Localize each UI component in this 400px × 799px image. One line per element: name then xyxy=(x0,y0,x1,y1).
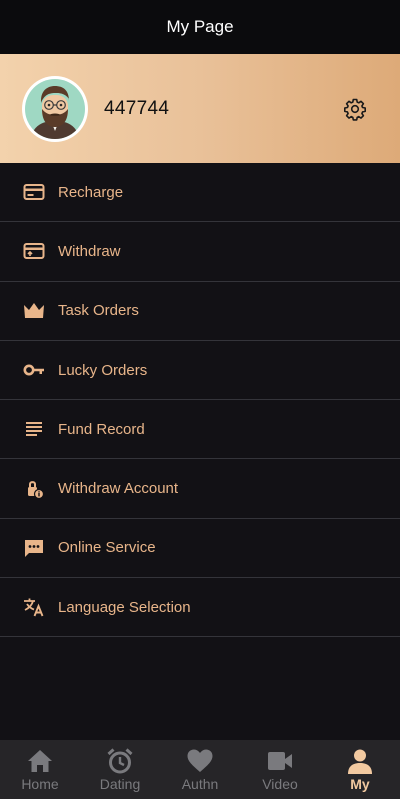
page-header: My Page xyxy=(0,0,400,54)
video-camera-icon xyxy=(268,752,292,770)
menu-label: Language Selection xyxy=(58,598,191,616)
person-icon xyxy=(348,749,372,774)
chat-icon xyxy=(22,536,46,560)
tab-label: Home xyxy=(21,776,59,792)
alarm-clock-icon xyxy=(107,748,133,774)
menu-item-language-selection[interactable]: Language Selection xyxy=(0,578,400,638)
page-title: My Page xyxy=(166,17,234,36)
key-icon xyxy=(22,358,46,382)
tab-home[interactable]: Home xyxy=(0,740,80,799)
tab-dating[interactable]: Dating xyxy=(80,740,160,799)
bottom-tab-bar: Home Dating Authn Video My xyxy=(0,740,400,799)
list-icon xyxy=(22,417,46,441)
menu-item-recharge[interactable]: Recharge xyxy=(0,163,400,223)
profile-banner: 447744 xyxy=(0,54,400,163)
menu-item-lucky-orders[interactable]: Lucky Orders xyxy=(0,341,400,401)
tab-my[interactable]: My xyxy=(320,740,400,799)
menu-label: Withdraw xyxy=(58,242,121,260)
tab-video[interactable]: Video xyxy=(240,740,320,799)
menu-label: Lucky Orders xyxy=(58,361,148,379)
menu-label: Recharge xyxy=(58,183,124,201)
card-withdraw-icon xyxy=(22,239,46,263)
tab-label: My xyxy=(350,776,370,792)
tab-label: Authn xyxy=(181,776,219,792)
app: My Page 447744 Recharge Withdraw Task Or… xyxy=(0,0,400,799)
user-id: 447744 xyxy=(104,97,170,119)
tab-authn[interactable]: Authn xyxy=(160,740,240,799)
menu-item-fund-record[interactable]: Fund Record xyxy=(0,400,400,460)
menu-item-withdraw[interactable]: Withdraw xyxy=(0,222,400,282)
home-icon xyxy=(28,750,52,772)
tab-label: Dating xyxy=(99,776,141,792)
settings-gear-icon[interactable] xyxy=(343,97,367,121)
menu-item-online-service[interactable]: Online Service xyxy=(0,519,400,579)
menu-label: Online Service xyxy=(58,539,156,557)
menu-label: Withdraw Account xyxy=(58,480,179,498)
lock-info-icon xyxy=(22,477,46,501)
menu-item-task-orders[interactable]: Task Orders xyxy=(0,282,400,341)
menu-label: Task Orders xyxy=(58,302,139,320)
card-icon xyxy=(22,180,46,204)
crown-icon xyxy=(22,299,46,323)
menu-item-withdraw-account[interactable]: Withdraw Account xyxy=(0,459,400,519)
avatar[interactable] xyxy=(22,75,88,142)
translate-icon xyxy=(22,595,46,619)
menu-list: Recharge Withdraw Task Orders Lucky Orde… xyxy=(0,163,400,638)
avatar-image xyxy=(25,78,85,139)
heart-icon xyxy=(187,749,213,772)
menu-label: Fund Record xyxy=(58,420,145,438)
tab-label: Video xyxy=(262,776,298,792)
